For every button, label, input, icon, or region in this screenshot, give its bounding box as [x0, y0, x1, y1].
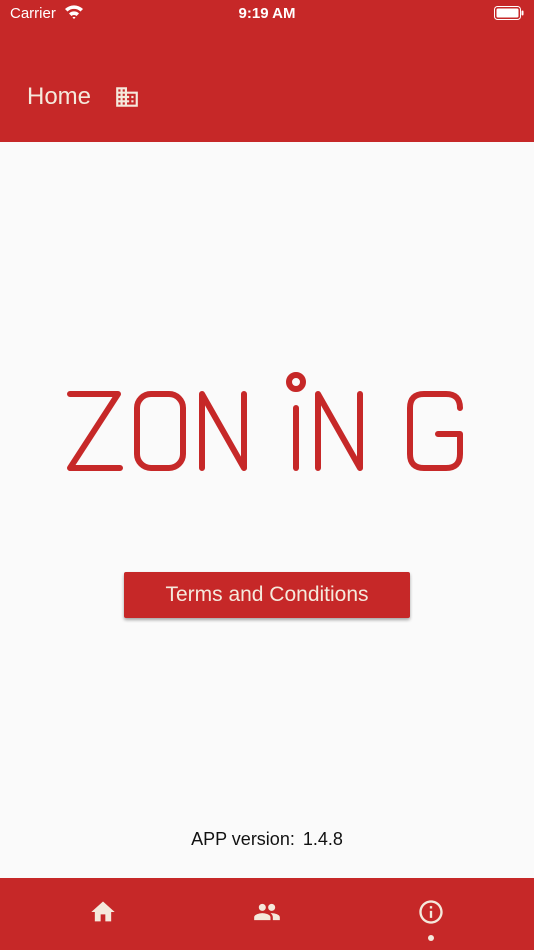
nav-item-home[interactable]: [63, 878, 143, 950]
terms-and-conditions-button[interactable]: Terms and Conditions: [124, 572, 410, 618]
app-bar: Home: [0, 28, 534, 142]
clock-label: 9:19 AM: [238, 5, 296, 22]
selected-indicator-dot: [428, 935, 434, 941]
zoning-logo: [67, 372, 463, 471]
nav-item-info[interactable]: [391, 878, 471, 950]
building-icon: [116, 87, 138, 107]
battery-icon: [494, 6, 524, 20]
app-version-value: 1.4.8: [302, 829, 343, 849]
app-version-label: APP version:: [191, 829, 295, 849]
page-title: Home: [27, 83, 92, 110]
bottom-navigation: [0, 878, 534, 950]
nav-item-people[interactable]: [227, 878, 307, 950]
people-icon: [254, 903, 280, 921]
status-bar: Carrier 9:19 AM: [0, 0, 534, 28]
app-version: APP version: 1.4.8: [0, 829, 534, 850]
home-icon: [91, 901, 115, 922]
info-icon: [419, 900, 443, 924]
